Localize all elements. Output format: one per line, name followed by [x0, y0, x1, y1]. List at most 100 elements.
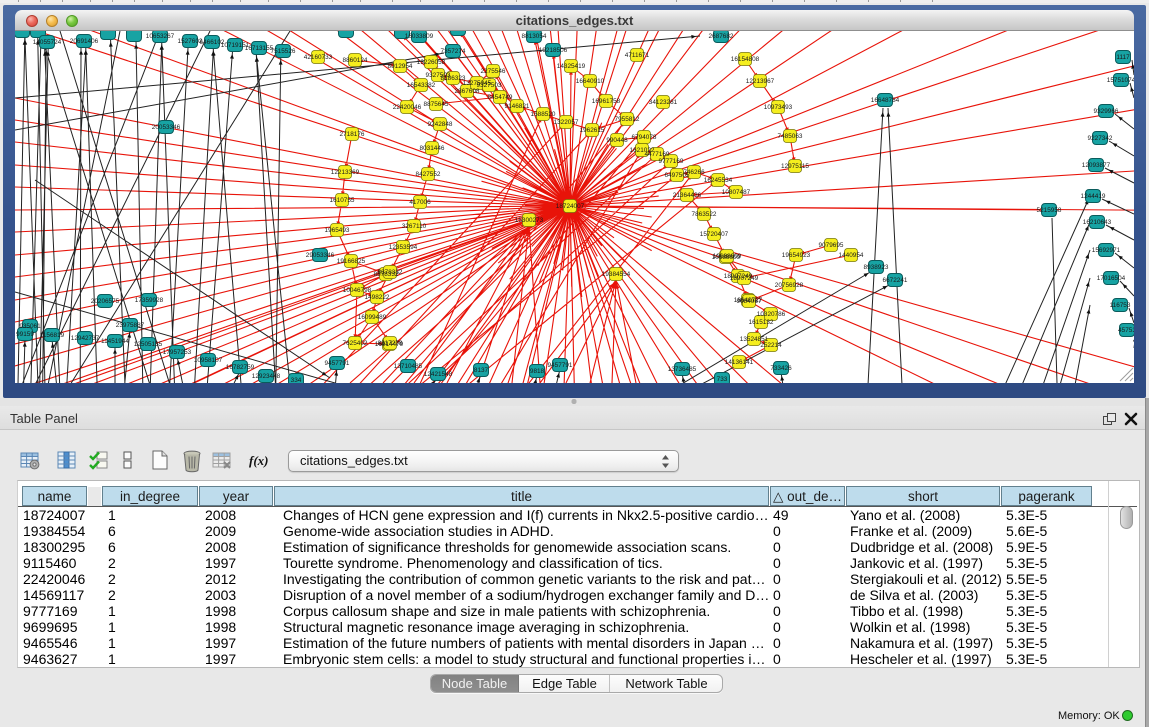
svg-text:6672241: 6672241 [883, 277, 908, 284]
svg-text:252214: 252214 [760, 342, 782, 349]
svg-text:8860124: 8860124 [343, 57, 368, 64]
svg-text:8454749: 8454749 [488, 94, 513, 101]
svg-text:10688609: 10688609 [713, 253, 742, 260]
svg-text:12421548: 12421548 [424, 371, 453, 378]
svg-text:8813054: 8813054 [522, 33, 547, 40]
svg-text:16245534: 16245534 [704, 177, 733, 184]
svg-text:15751074: 15751074 [1107, 77, 1134, 84]
svg-text:15692971: 15692971 [1092, 247, 1121, 254]
svg-text:9084067: 9084067 [737, 298, 762, 305]
svg-text:746266: 746266 [683, 169, 705, 176]
svg-text:13226058: 13226058 [417, 59, 446, 66]
svg-text:7863522: 7863522 [692, 211, 717, 218]
svg-text:23975887: 23975887 [116, 322, 145, 329]
svg-text:29053346: 29053346 [306, 252, 335, 259]
svg-text:1440954: 1440954 [839, 252, 864, 259]
svg-text:18907249: 18907249 [730, 275, 759, 282]
svg-text:1588520: 1588520 [531, 111, 556, 118]
svg-text:9242848: 9242848 [428, 121, 453, 128]
svg-text:12213369: 12213369 [331, 169, 360, 176]
svg-text:14136141: 14136141 [725, 359, 754, 366]
svg-text:12353594: 12353594 [389, 244, 418, 251]
svg-text:20206575: 20206575 [91, 298, 120, 305]
svg-text:42160733: 42160733 [304, 54, 333, 61]
svg-text:10973493: 10973493 [764, 104, 793, 111]
svg-text:9457791: 9457791 [325, 360, 350, 367]
svg-text:10807487: 10807487 [722, 189, 751, 196]
svg-text:14055724: 14055724 [33, 39, 62, 46]
svg-text:14325419: 14325419 [557, 63, 586, 70]
svg-text:1156819: 1156819 [40, 332, 65, 339]
svg-text:7625402: 7625402 [343, 340, 368, 347]
svg-text:17016504: 17016504 [1097, 275, 1126, 282]
svg-text:1962615: 1962615 [580, 127, 605, 134]
svg-text:21364436: 21364436 [673, 192, 702, 199]
svg-text:16210643: 16210643 [1083, 219, 1112, 226]
svg-text:17359928: 17359928 [135, 297, 164, 304]
svg-text:22420046: 22420046 [393, 104, 422, 111]
svg-text:16033809: 16033809 [405, 33, 434, 40]
svg-text:7485063: 7485063 [778, 133, 803, 140]
svg-text:13736485: 13736485 [668, 366, 697, 373]
svg-text:1244419: 1244419 [1081, 193, 1106, 200]
svg-text:1322057: 1322057 [554, 119, 579, 126]
svg-text:16154808: 16154808 [731, 56, 760, 63]
svg-text:19384554: 19384554 [602, 271, 631, 278]
svg-text:6794078: 6794078 [632, 134, 657, 141]
svg-text:8912954: 8912954 [388, 63, 413, 70]
svg-text:99159: 99159 [16, 331, 34, 338]
svg-text:12213967: 12213967 [746, 78, 775, 85]
svg-text:5215958: 5215958 [1037, 207, 1062, 214]
svg-text:8875645: 8875645 [424, 101, 449, 108]
svg-text:16099489: 16099489 [358, 314, 387, 321]
svg-text:3267110: 3267110 [402, 223, 427, 230]
svg-text:9146821: 9146821 [505, 103, 530, 110]
svg-text:1498222: 1498222 [365, 294, 390, 301]
svg-text:12093877: 12093877 [1082, 162, 1111, 169]
svg-text:9777169: 9777169 [659, 158, 684, 165]
svg-text:8878332: 8878332 [378, 269, 403, 276]
svg-text:2718176: 2718176 [340, 131, 365, 138]
svg-text:116753: 116753 [1110, 302, 1131, 309]
svg-text:1615132: 1615132 [749, 319, 774, 326]
svg-text:19166825: 19166825 [337, 258, 366, 265]
svg-text:733426: 733426 [770, 365, 792, 372]
svg-text:f(x): f(x) [249, 453, 269, 468]
svg-text:733: 733 [717, 376, 728, 383]
svg-text:20756928: 20756928 [775, 282, 804, 289]
svg-text:9457791: 9457791 [548, 362, 573, 369]
svg-text:45753: 45753 [1118, 327, 1134, 334]
svg-text:417006: 417006 [409, 199, 431, 206]
svg-text:9329966: 9329966 [1094, 108, 1119, 115]
svg-text:7357274: 7357274 [441, 48, 466, 55]
svg-text:17957253: 17957253 [163, 349, 192, 356]
svg-text:16543382: 16543382 [407, 82, 436, 89]
svg-text:8317278: 8317278 [378, 340, 403, 347]
svg-text:11451944: 11451944 [101, 338, 129, 345]
svg-text:9327503: 9327503 [477, 82, 502, 89]
svg-text:10653267: 10653267 [146, 33, 175, 40]
svg-text:1965493: 1965493 [325, 227, 350, 234]
svg-text:16782759: 16782759 [226, 364, 255, 371]
svg-text:8427552: 8427552 [416, 171, 441, 178]
svg-text:10046798: 10046798 [343, 287, 372, 294]
svg-text:18724007: 18724007 [556, 203, 585, 210]
svg-text:990448: 990448 [606, 137, 628, 144]
svg-text:1610755: 1610755 [330, 197, 355, 204]
svg-text:9079695: 9079695 [819, 242, 844, 249]
svg-text:12505135: 12505135 [134, 341, 163, 348]
svg-text:15300273: 15300273 [515, 217, 544, 224]
svg-text:2867608: 2867608 [455, 88, 480, 95]
svg-text:19654923: 19654923 [782, 252, 811, 259]
svg-text:20691406: 20691406 [70, 38, 99, 45]
svg-text:10320786: 10320786 [757, 311, 786, 318]
svg-text:16648784: 16648784 [871, 97, 900, 104]
svg-text:19218506: 19218506 [539, 47, 568, 54]
svg-text:13710485: 13710485 [394, 363, 423, 370]
svg-text:7955812: 7955812 [615, 116, 640, 123]
svg-text:9227342: 9227342 [1088, 135, 1113, 142]
svg-text:8031446: 8031446 [420, 145, 445, 152]
svg-text:12975115: 12975115 [781, 163, 809, 170]
svg-text:334: 334 [291, 377, 302, 383]
svg-text:7515526: 7515526 [271, 48, 296, 55]
